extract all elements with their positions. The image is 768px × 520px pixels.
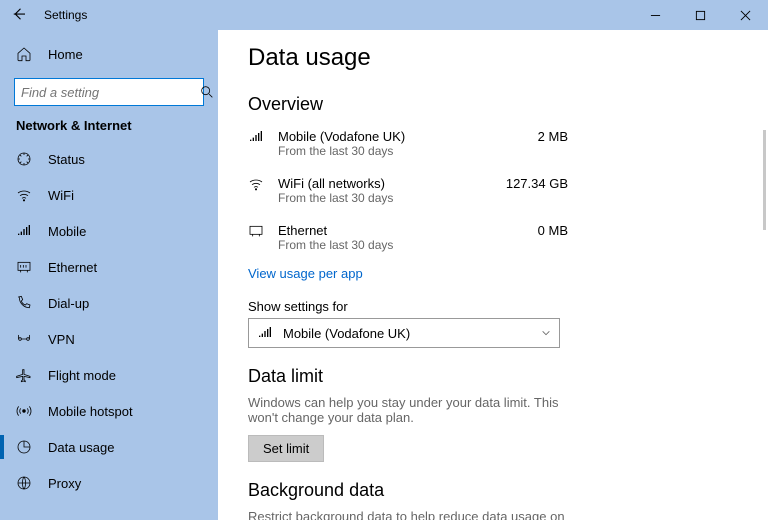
view-usage-link[interactable]: View usage per app bbox=[248, 264, 363, 299]
category-heading: Network & Internet bbox=[0, 118, 218, 141]
overview-heading: Overview bbox=[248, 94, 738, 115]
wifi-icon bbox=[248, 176, 264, 192]
minimize-button[interactable] bbox=[633, 0, 678, 30]
sidebar-item-ethernet[interactable]: Ethernet bbox=[0, 249, 218, 285]
back-button[interactable] bbox=[10, 5, 28, 26]
sidebar-item-dialup[interactable]: Dial-up bbox=[0, 285, 218, 321]
chevron-down-icon bbox=[541, 326, 551, 341]
datausage-icon bbox=[16, 439, 32, 455]
sidebar-item-label: Proxy bbox=[48, 476, 81, 491]
sidebar-item-proxy[interactable]: Proxy bbox=[0, 465, 218, 501]
sidebar-item-label: Mobile bbox=[48, 224, 86, 239]
search-icon bbox=[199, 84, 215, 100]
sidebar-item-label: Dial-up bbox=[48, 296, 89, 311]
overview-value: 0 MB bbox=[498, 223, 568, 238]
home-label: Home bbox=[48, 47, 83, 62]
sidebar: Home Network & Internet Status WiFi bbox=[0, 30, 218, 520]
ethernet-icon bbox=[248, 223, 264, 239]
overview-sub: From the last 30 days bbox=[278, 238, 484, 252]
search-input[interactable] bbox=[14, 78, 204, 106]
sidebar-item-label: Flight mode bbox=[48, 368, 116, 383]
sidebar-item-flightmode[interactable]: Flight mode bbox=[0, 357, 218, 393]
data-limit-desc: Windows can help you stay under your dat… bbox=[248, 395, 568, 425]
dialup-icon bbox=[16, 295, 32, 311]
sidebar-item-label: WiFi bbox=[48, 188, 74, 203]
sidebar-item-vpn[interactable]: VPN bbox=[0, 321, 218, 357]
sidebar-item-label: Ethernet bbox=[48, 260, 97, 275]
overview-name: WiFi (all networks) bbox=[278, 176, 484, 191]
search-field[interactable] bbox=[21, 85, 199, 100]
vpn-icon bbox=[16, 331, 32, 347]
home-icon bbox=[16, 46, 32, 62]
status-icon bbox=[16, 151, 32, 167]
mobile-signal-icon bbox=[257, 325, 273, 341]
sidebar-item-mobile[interactable]: Mobile bbox=[0, 213, 218, 249]
overview-value: 127.34 GB bbox=[498, 176, 568, 191]
overview-value: 2 MB bbox=[498, 129, 568, 144]
show-settings-label: Show settings for bbox=[248, 299, 738, 314]
sidebar-item-wifi[interactable]: WiFi bbox=[0, 177, 218, 213]
nav-list: Status WiFi Mobile Ethernet Dial-up bbox=[0, 141, 218, 520]
mobile-signal-icon bbox=[248, 129, 264, 145]
sidebar-item-label: Mobile hotspot bbox=[48, 404, 133, 419]
background-desc: Restrict background data to help reduce … bbox=[248, 509, 568, 520]
select-value: Mobile (Vodafone UK) bbox=[283, 326, 531, 341]
set-limit-button[interactable]: Set limit bbox=[248, 435, 324, 462]
overview-name: Mobile (Vodafone UK) bbox=[278, 129, 484, 144]
data-limit-heading: Data limit bbox=[248, 366, 738, 387]
overview-sub: From the last 30 days bbox=[278, 191, 484, 205]
overview-row-wifi[interactable]: WiFi (all networks) From the last 30 day… bbox=[248, 170, 568, 217]
home-button[interactable]: Home bbox=[0, 40, 218, 68]
hotspot-icon bbox=[16, 403, 32, 419]
show-settings-select[interactable]: Mobile (Vodafone UK) bbox=[248, 318, 560, 348]
sidebar-item-label: VPN bbox=[48, 332, 75, 347]
sidebar-item-hotspot[interactable]: Mobile hotspot bbox=[0, 393, 218, 429]
close-button[interactable] bbox=[723, 0, 768, 30]
sidebar-item-status[interactable]: Status bbox=[0, 141, 218, 177]
proxy-icon bbox=[16, 475, 32, 491]
overview-row-mobile[interactable]: Mobile (Vodafone UK) From the last 30 da… bbox=[248, 123, 568, 170]
overview-sub: From the last 30 days bbox=[278, 144, 484, 158]
overview-row-ethernet[interactable]: Ethernet From the last 30 days 0 MB bbox=[248, 217, 568, 264]
window-title: Settings bbox=[44, 8, 87, 22]
sidebar-item-datausage[interactable]: Data usage bbox=[0, 429, 218, 465]
background-heading: Background data bbox=[248, 480, 738, 501]
mobile-signal-icon bbox=[16, 223, 32, 239]
titlebar: Settings bbox=[0, 0, 768, 30]
sidebar-item-label: Status bbox=[48, 152, 85, 167]
ethernet-icon bbox=[16, 259, 32, 275]
wifi-icon bbox=[16, 187, 32, 203]
sidebar-item-label: Data usage bbox=[48, 440, 115, 455]
page-title: Data usage bbox=[248, 44, 738, 72]
maximize-button[interactable] bbox=[678, 0, 723, 30]
airplane-icon bbox=[16, 367, 32, 383]
overview-name: Ethernet bbox=[278, 223, 484, 238]
content-pane: Data usage Overview Mobile (Vodafone UK)… bbox=[218, 30, 768, 520]
scrollbar[interactable] bbox=[763, 130, 766, 230]
